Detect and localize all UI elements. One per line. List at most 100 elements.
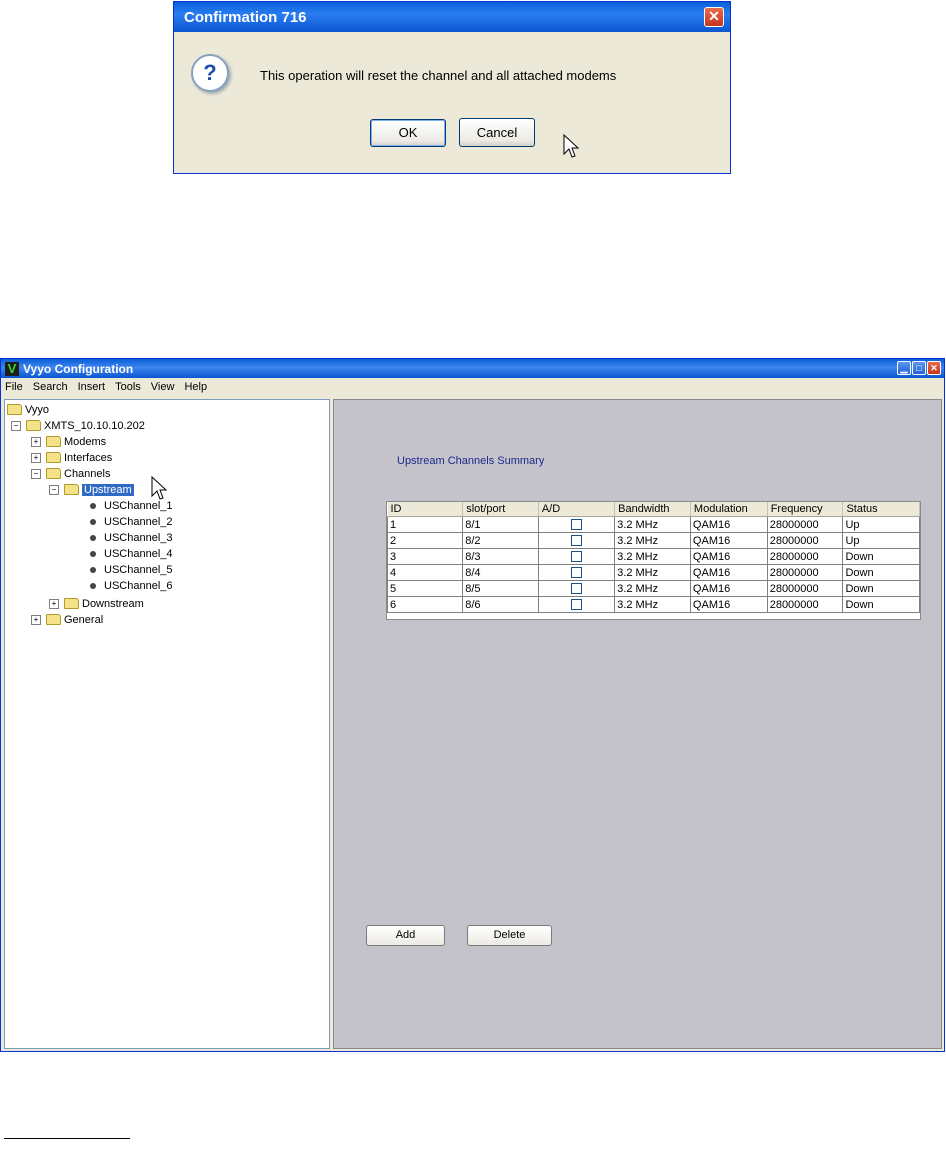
- tree-item-label: Modems: [64, 435, 107, 448]
- main-window: V Vyyo Configuration ▁ □ ✕ File Search I…: [0, 358, 945, 1052]
- tree-item-interfaces[interactable]: + Interfaces: [31, 450, 112, 465]
- tree-item-vyyo[interactable]: Vyyo: [7, 402, 49, 417]
- cancel-button[interactable]: Cancel: [459, 118, 535, 147]
- column-header[interactable]: A/D: [538, 502, 616, 517]
- cell-slot-port: 8/3: [462, 548, 539, 565]
- bullet-icon: [90, 534, 96, 541]
- add-button[interactable]: Add: [366, 925, 445, 946]
- tree-item-xmts[interactable]: − XMTS_10.10.10.202: [11, 418, 145, 433]
- menu-bar: File Search Insert Tools View Help: [1, 378, 944, 396]
- cell-modulation: QAM16: [689, 564, 768, 581]
- dialog-message: This operation will reset the channel an…: [260, 68, 617, 83]
- tree-item-label: Upstream: [82, 483, 134, 496]
- column-header[interactable]: slot/port: [462, 502, 539, 517]
- menu-search[interactable]: Search: [33, 381, 68, 393]
- content-panel: Upstream Channels Summary ID slot/port A…: [333, 399, 942, 1049]
- cell-status: Down: [842, 564, 920, 581]
- ad-checkbox[interactable]: [571, 599, 582, 611]
- tree-item-label: USChannel_3: [104, 531, 173, 544]
- maximize-icon[interactable]: □: [912, 361, 926, 375]
- tree-item-upstream[interactable]: − Upstream: [49, 482, 134, 497]
- menu-tools[interactable]: Tools: [115, 381, 141, 393]
- collapse-icon[interactable]: −: [31, 468, 41, 479]
- delete-button[interactable]: Delete: [467, 925, 552, 946]
- table-row[interactable]: 1 8/1 3.2 MHz QAM16 28000000 Up: [386, 516, 920, 533]
- dialog-title: Confirmation 716: [184, 8, 307, 26]
- column-header[interactable]: Bandwidth: [614, 502, 691, 517]
- cell-bandwidth: 3.2 MHz: [614, 516, 691, 533]
- cell-ad: [537, 564, 616, 581]
- cell-bandwidth: 3.2 MHz: [614, 580, 691, 597]
- cell-id: 1: [386, 516, 464, 533]
- expand-icon[interactable]: +: [31, 614, 41, 625]
- folder-open-icon: [7, 404, 22, 415]
- cell-slot-port: 8/6: [462, 596, 539, 613]
- tree-item-modems[interactable]: + Modems: [31, 434, 106, 449]
- cell-bandwidth: 3.2 MHz: [614, 548, 691, 565]
- menu-insert[interactable]: Insert: [78, 381, 106, 393]
- tree-item-uschannel-3[interactable]: USChannel_3: [90, 530, 173, 545]
- tree-item-general[interactable]: + General: [31, 612, 103, 627]
- tree-item-downstream[interactable]: + Downstream: [49, 596, 144, 611]
- column-header[interactable]: Modulation: [690, 502, 768, 517]
- tree-item-uschannel-4[interactable]: USChannel_4: [90, 546, 173, 561]
- cell-frequency: 28000000: [766, 596, 844, 613]
- bullet-icon: [90, 502, 96, 509]
- expand-icon[interactable]: +: [31, 452, 41, 463]
- folder-open-icon: [64, 484, 79, 495]
- bullet-icon: [90, 518, 96, 525]
- collapse-icon[interactable]: −: [49, 484, 59, 495]
- cell-modulation: QAM16: [689, 532, 768, 549]
- folder-open-icon: [46, 468, 61, 479]
- tree-item-label: Vyyo: [25, 403, 50, 416]
- cell-modulation: QAM16: [689, 548, 768, 565]
- tree-item-uschannel-1[interactable]: USChannel_1: [90, 498, 173, 513]
- close-icon[interactable]: ✕: [704, 7, 724, 27]
- cell-ad: [537, 548, 616, 565]
- bullet-icon: [90, 566, 96, 573]
- tree-item-channels[interactable]: − Channels: [31, 466, 110, 481]
- collapse-icon[interactable]: −: [11, 420, 21, 431]
- minimize-icon[interactable]: ▁: [897, 361, 911, 375]
- tree-item-label: XMTS_10.10.10.202: [44, 419, 145, 432]
- ad-checkbox[interactable]: [571, 535, 582, 547]
- ok-button[interactable]: OK: [370, 119, 446, 147]
- dialog-title-bar: Confirmation 716 ✕: [174, 2, 730, 32]
- folder-open-icon: [26, 420, 41, 431]
- vyyo-logo-icon: V: [5, 361, 19, 376]
- column-header[interactable]: Status: [842, 502, 920, 517]
- cell-bandwidth: 3.2 MHz: [614, 532, 691, 549]
- menu-help[interactable]: Help: [184, 381, 207, 393]
- folder-icon: [64, 598, 79, 609]
- ad-checkbox[interactable]: [571, 551, 582, 563]
- expand-icon[interactable]: +: [49, 598, 59, 609]
- table-row[interactable]: 4 8/4 3.2 MHz QAM16 28000000 Down: [386, 564, 920, 581]
- window-title: Vyyo Configuration: [23, 361, 134, 376]
- ad-checkbox[interactable]: [571, 567, 582, 579]
- close-icon[interactable]: ✕: [927, 361, 941, 375]
- table-row[interactable]: 2 8/2 3.2 MHz QAM16 28000000 Up: [386, 532, 920, 549]
- table-header-row: ID slot/port A/D Bandwidth Modulation Fr…: [387, 502, 920, 517]
- tree-item-label: USChannel_4: [104, 547, 173, 560]
- menu-file[interactable]: File: [5, 381, 23, 393]
- cell-frequency: 28000000: [766, 532, 844, 549]
- expand-icon[interactable]: +: [31, 436, 41, 447]
- cell-bandwidth: 3.2 MHz: [614, 564, 691, 581]
- table-row[interactable]: 5 8/5 3.2 MHz QAM16 28000000 Down: [386, 580, 920, 597]
- menu-view[interactable]: View: [151, 381, 175, 393]
- column-header[interactable]: ID: [387, 502, 464, 517]
- tree-item-uschannel-6[interactable]: USChannel_6: [90, 578, 173, 593]
- cell-status: Down: [842, 596, 920, 613]
- cell-id: 3: [386, 548, 464, 565]
- ad-checkbox[interactable]: [571, 583, 582, 595]
- tree-item-uschannel-5[interactable]: USChannel_5: [90, 562, 173, 577]
- ad-checkbox[interactable]: [571, 519, 582, 531]
- cell-frequency: 28000000: [766, 548, 844, 565]
- cell-slot-port: 8/2: [462, 532, 539, 549]
- cell-slot-port: 8/4: [462, 564, 539, 581]
- tree-item-label: Interfaces: [64, 451, 113, 464]
- table-row[interactable]: 6 8/6 3.2 MHz QAM16 28000000 Down: [386, 596, 920, 613]
- tree-item-uschannel-2[interactable]: USChannel_2: [90, 514, 173, 529]
- column-header[interactable]: Frequency: [767, 502, 844, 517]
- table-row[interactable]: 3 8/3 3.2 MHz QAM16 28000000 Down: [386, 548, 920, 565]
